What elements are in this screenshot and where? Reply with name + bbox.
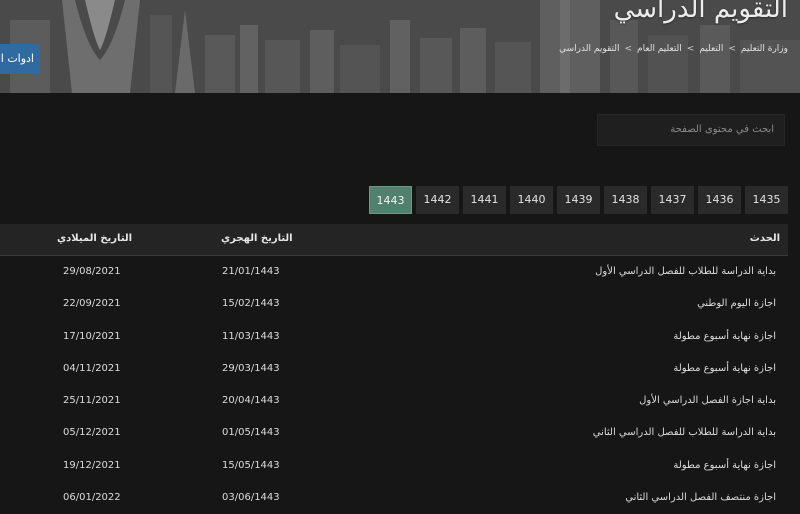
year-tab-1440[interactable]: 1440 (510, 186, 553, 214)
page-header-banner: التقويم الدراسي وزارة التعليم > التعليم > ال… (0, 0, 800, 93)
tools-button[interactable]: ادوات الـ (0, 44, 40, 74)
column-header-hijri-date[interactable]: التاريخ الهجري (221, 233, 293, 244)
column-header-gregorian-date[interactable]: التاريخ الميلادي (57, 233, 132, 244)
year-tabs: 1435 1436 1437 1438 1439 1440 1441 1442 … (369, 186, 788, 214)
hijri-date-cell: 03/06/1443 (222, 492, 280, 504)
year-tab-1443[interactable]: 1443 (369, 186, 412, 214)
breadcrumb-separator-icon: > (686, 44, 695, 54)
gregorian-date-cell: 05/12/2021 (63, 427, 121, 439)
gregorian-date-cell: 19/12/2021 (63, 459, 121, 471)
event-cell: بداية الدراسة للطلاب للفصل الدراسي الثان… (592, 427, 776, 439)
year-tab-1435[interactable]: 1435 (745, 186, 788, 214)
year-tab-1441[interactable]: 1441 (463, 186, 506, 214)
table-row: اجازة نهاية أسبوع مطولة 15/05/1443 19/12… (0, 450, 788, 482)
breadcrumb-item-current: التقويم الدراسي (559, 44, 620, 54)
column-header-event[interactable]: الحدث (750, 233, 780, 244)
gregorian-date-cell: 17/10/2021 (63, 330, 121, 342)
search-input[interactable]: ابحث في محتوى الصفحة (597, 114, 785, 146)
event-cell: بداية اجازة الفصل الدراسي الأول (639, 395, 776, 407)
event-cell: اجازة نهاية أسبوع مطولة (673, 362, 776, 374)
breadcrumb-separator-icon: > (624, 44, 633, 54)
table-header: الحدث التاريخ الهجري التاريخ الميلادي (0, 224, 788, 256)
year-tab-1438[interactable]: 1438 (604, 186, 647, 214)
hijri-date-cell: 20/04/1443 (222, 395, 280, 407)
hijri-date-cell: 15/02/1443 (222, 298, 280, 310)
year-tab-1442[interactable]: 1442 (416, 186, 459, 214)
gregorian-date-cell: 04/11/2021 (63, 362, 121, 374)
gregorian-date-cell: 25/11/2021 (63, 395, 121, 407)
hijri-date-cell: 11/03/1443 (222, 330, 280, 342)
breadcrumb-item-ministry[interactable]: وزارة التعليم (741, 44, 788, 54)
page-title: التقويم الدراسي (613, 0, 788, 24)
event-cell: اجازة نهاية أسبوع مطولة (673, 330, 776, 342)
gregorian-date-cell: 06/01/2022 (63, 492, 121, 504)
year-tab-1437[interactable]: 1437 (651, 186, 694, 214)
year-tab-1436[interactable]: 1436 (698, 186, 741, 214)
breadcrumb-item-education[interactable]: التعليم (699, 44, 723, 54)
hijri-date-cell: 21/01/1443 (222, 266, 280, 277)
event-cell: اجازة منتصف الفصل الدراسي الثاني (625, 492, 776, 504)
table-row: اجازة نهاية أسبوع مطولة 29/03/1443 04/11… (0, 353, 788, 385)
event-cell: بداية الدراسة للطلاب للفصل الدراسي الأول (595, 266, 776, 277)
event-cell: اجازة اليوم الوطني (697, 298, 776, 310)
table-row: اجازة منتصف الفصل الدراسي الثاني 03/06/1… (0, 482, 788, 514)
hijri-date-cell: 15/05/1443 (222, 459, 280, 471)
breadcrumb-item-general-education[interactable]: التعليم العام (637, 44, 682, 54)
table-row: بداية الدراسة للطلاب للفصل الدراسي الأول… (0, 256, 788, 288)
breadcrumb: وزارة التعليم > التعليم > التعليم العام > التق… (559, 44, 788, 54)
table-row: اجازة اليوم الوطني 15/02/1443 22/09/2021 (0, 288, 788, 320)
table-row: بداية اجازة الفصل الدراسي الأول 20/04/14… (0, 385, 788, 417)
event-cell: اجازة نهاية أسبوع مطولة (673, 459, 776, 471)
gregorian-date-cell: 29/08/2021 (63, 266, 121, 277)
hijri-date-cell: 01/05/1443 (222, 427, 280, 439)
table-row: بداية الدراسة للطلاب للفصل الدراسي الثان… (0, 417, 788, 449)
year-tab-1439[interactable]: 1439 (557, 186, 600, 214)
breadcrumb-separator-icon: > (728, 44, 736, 54)
gregorian-date-cell: 22/09/2021 (63, 298, 121, 310)
hijri-date-cell: 29/03/1443 (222, 362, 280, 374)
table-row: اجازة نهاية أسبوع مطولة 11/03/1443 17/10… (0, 321, 788, 353)
calendar-table-body: بداية الدراسة للطلاب للفصل الدراسي الأول… (0, 256, 788, 514)
